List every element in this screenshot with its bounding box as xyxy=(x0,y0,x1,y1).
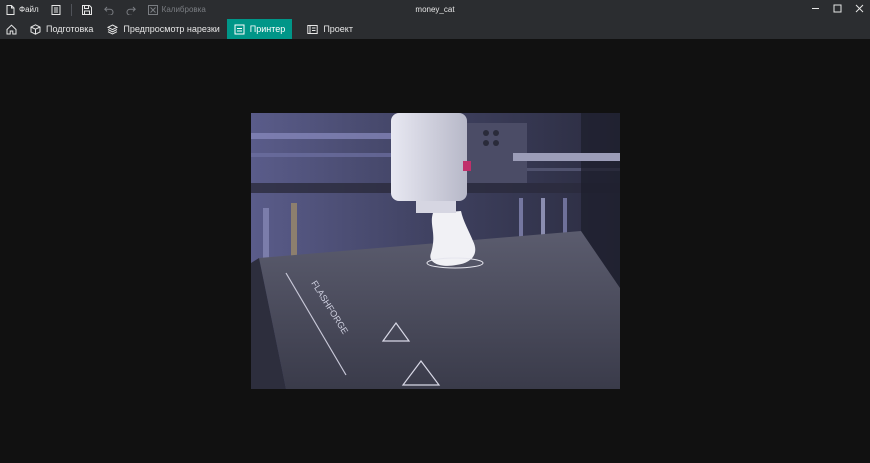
main-tab-bar: Подготовка Предпросмотр нарезки Принтер … xyxy=(0,19,870,39)
toolbar-divider xyxy=(70,3,72,16)
tab-project-label: Проект xyxy=(323,24,353,34)
calibration-label: Калибровка xyxy=(161,5,206,14)
calibration-icon xyxy=(147,4,158,15)
undo-button[interactable] xyxy=(98,0,120,19)
tab-project[interactable]: Проект xyxy=(300,19,360,39)
tab-home[interactable] xyxy=(0,19,23,39)
tab-slice-preview[interactable]: Предпросмотр нарезки xyxy=(100,19,226,39)
tab-prepare[interactable]: Подготовка xyxy=(23,19,100,39)
printer-icon xyxy=(234,24,245,35)
camera-image: FLASHFORGE xyxy=(251,113,620,389)
cube-icon xyxy=(30,23,41,35)
close-icon xyxy=(855,4,864,15)
maximize-button[interactable] xyxy=(826,0,848,19)
title-bar: Файл Калибровка money_cat xyxy=(0,0,870,19)
redo-button[interactable] xyxy=(120,0,142,19)
minimize-icon xyxy=(811,4,820,15)
project-icon xyxy=(307,24,319,35)
save-icon xyxy=(81,4,92,15)
menu-list-button[interactable] xyxy=(45,0,67,19)
calibration-button[interactable]: Калибровка xyxy=(142,0,212,19)
layers-icon xyxy=(107,23,119,35)
camera-feed: FLASHFORGE xyxy=(251,113,620,389)
tab-slice-preview-label: Предпросмотр нарезки xyxy=(123,24,220,34)
redo-icon xyxy=(126,5,136,15)
list-icon xyxy=(51,4,61,15)
close-button[interactable] xyxy=(848,0,870,19)
window-controls xyxy=(804,0,870,19)
undo-icon xyxy=(103,5,114,15)
save-button[interactable] xyxy=(76,0,98,19)
file-menu-button[interactable]: Файл xyxy=(0,0,45,19)
file-menu-label: Файл xyxy=(19,5,39,14)
tab-printer[interactable]: Принтер xyxy=(226,19,293,39)
printer-view: FLASHFORGE xyxy=(0,39,870,463)
tab-printer-label: Принтер xyxy=(249,24,286,34)
home-icon xyxy=(6,24,17,35)
file-icon xyxy=(6,4,15,15)
tab-prepare-label: Подготовка xyxy=(46,24,94,34)
minimize-button[interactable] xyxy=(804,0,826,19)
maximize-icon xyxy=(833,4,842,15)
